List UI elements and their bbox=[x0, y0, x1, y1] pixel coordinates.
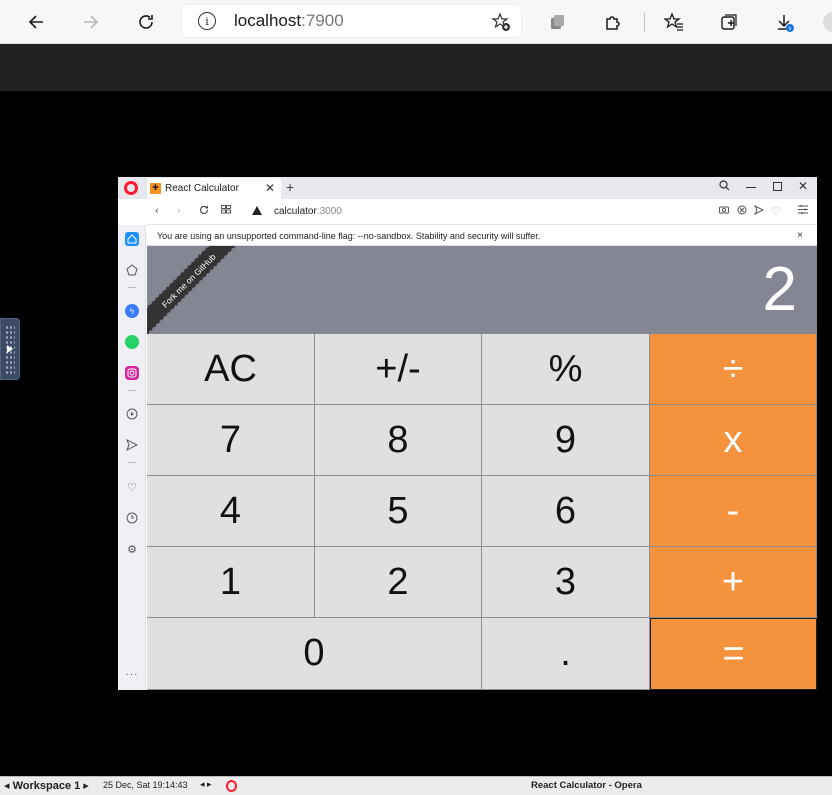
sidebar-separator bbox=[128, 287, 136, 288]
opera-address[interactable]: calculator:3000 bbox=[274, 206, 342, 217]
keypad: AC +/- % ÷ 7 8 9 x 4 5 6 - 1 2 3 + 0 . = bbox=[147, 334, 817, 690]
tab-close-icon[interactable]: ✕ bbox=[265, 181, 275, 195]
tab-actions-icon[interactable] bbox=[713, 6, 745, 38]
extensions-icon[interactable] bbox=[596, 6, 628, 38]
outer-browser-toolbar: i localhost:7900 bbox=[0, 0, 832, 44]
settings-gear-icon[interactable]: ⚙ bbox=[125, 542, 139, 556]
address-port: :7900 bbox=[301, 11, 344, 30]
address-host: localhost bbox=[234, 11, 302, 30]
key-multiply[interactable]: x bbox=[650, 405, 817, 476]
sidebar-separator bbox=[128, 390, 136, 391]
key-sign[interactable]: +/- bbox=[315, 334, 482, 405]
key-dot[interactable]: . bbox=[482, 618, 650, 690]
instagram-icon[interactable] bbox=[125, 366, 139, 380]
key-divide[interactable]: ÷ bbox=[650, 334, 817, 405]
workspace-switcher[interactable]: ◂ Workspace 1 ▸ bbox=[4, 779, 89, 792]
history-clock-icon[interactable] bbox=[125, 511, 139, 525]
opera-sidebar: ϟ ♡ ⚙ ··· bbox=[118, 225, 146, 690]
opera-back-icon[interactable]: ‹ bbox=[155, 205, 159, 217]
infobar-message: You are using an unsupported command-lin… bbox=[157, 231, 541, 241]
whatsapp-icon[interactable] bbox=[125, 335, 139, 349]
window-nav-arrows[interactable]: ◂ ▸ bbox=[200, 779, 212, 790]
home-icon[interactable] bbox=[125, 232, 139, 246]
key-percent[interactable]: % bbox=[482, 334, 650, 405]
key-5[interactable]: 5 bbox=[315, 476, 482, 547]
key-plus[interactable]: + bbox=[650, 547, 817, 618]
side-panel-handle[interactable] bbox=[0, 318, 20, 380]
easy-setup-icon[interactable] bbox=[798, 205, 808, 217]
key-7[interactable]: 7 bbox=[147, 405, 315, 476]
toolbar-divider bbox=[644, 12, 645, 32]
tab-favicon-icon: + bbox=[150, 183, 161, 194]
key-equals[interactable]: = bbox=[650, 618, 817, 690]
messenger-icon[interactable]: ϟ bbox=[125, 304, 139, 318]
url-host: calculator bbox=[274, 206, 317, 217]
opera-reload-icon[interactable] bbox=[199, 205, 209, 218]
back-arrow-icon[interactable] bbox=[20, 6, 52, 38]
maximize-icon[interactable] bbox=[773, 182, 782, 191]
block-ads-icon[interactable] bbox=[737, 205, 747, 218]
new-tab-button[interactable]: + bbox=[286, 179, 294, 195]
key-1[interactable]: 1 bbox=[147, 547, 315, 618]
key-6[interactable]: 6 bbox=[482, 476, 650, 547]
tab-title: React Calculator bbox=[165, 183, 239, 194]
key-2[interactable]: 2 bbox=[315, 547, 482, 618]
opera-navbar: ‹ › calculator:3000 ♡ bbox=[147, 199, 817, 225]
favorites-icon[interactable] bbox=[658, 6, 690, 38]
infobar-close-icon[interactable]: × bbox=[797, 230, 803, 241]
info-icon[interactable]: i bbox=[198, 12, 216, 30]
player-icon[interactable] bbox=[125, 407, 139, 421]
sidebar-separator bbox=[128, 462, 136, 463]
clock: 25 Dec, Sat 19:14:43 bbox=[103, 780, 188, 790]
display-value: 2 bbox=[762, 255, 797, 324]
address-bar[interactable]: i localhost:7900 bbox=[181, 4, 522, 38]
dark-band bbox=[0, 44, 832, 91]
warning-icon[interactable] bbox=[252, 206, 262, 215]
key-8[interactable]: 8 bbox=[315, 405, 482, 476]
key-ac[interactable]: AC bbox=[147, 334, 315, 405]
calculator-display: 2 bbox=[147, 246, 817, 334]
opera-forward-icon[interactable]: › bbox=[177, 205, 181, 217]
forward-arrow-icon[interactable] bbox=[75, 6, 107, 38]
key-4[interactable]: 4 bbox=[147, 476, 315, 547]
key-3[interactable]: 3 bbox=[482, 547, 650, 618]
calculator: 2 Fork me on GitHub AC +/- % ÷ 7 8 9 x 4… bbox=[147, 246, 817, 690]
bookmark-heart-icon[interactable]: ♡ bbox=[771, 205, 781, 218]
tab-react-calculator[interactable]: + React Calculator ✕ bbox=[147, 178, 281, 199]
bookmarks-heart-icon[interactable]: ♡ bbox=[125, 480, 139, 494]
opera-logo-icon[interactable] bbox=[124, 181, 138, 195]
add-favorite-icon[interactable] bbox=[491, 12, 511, 32]
opera-window: + React Calculator ✕ + ✕ ‹ › calculator:… bbox=[118, 177, 817, 690]
url-port: :3000 bbox=[316, 206, 342, 217]
key-9[interactable]: 9 bbox=[482, 405, 650, 476]
pinboard-icon[interactable] bbox=[125, 263, 139, 277]
downloads-icon[interactable] bbox=[768, 6, 800, 38]
more-options-icon[interactable]: ··· bbox=[125, 667, 139, 681]
search-tabs-icon[interactable] bbox=[719, 180, 730, 194]
infobar: You are using an unsupported command-lin… bbox=[147, 226, 817, 246]
speed-dial-icon[interactable] bbox=[221, 205, 231, 217]
key-minus[interactable]: - bbox=[650, 476, 817, 547]
taskbar: ◂ Workspace 1 ▸ 25 Dec, Sat 19:14:43 ◂ ▸… bbox=[0, 776, 832, 795]
key-0[interactable]: 0 bbox=[147, 618, 482, 690]
close-window-icon[interactable]: ✕ bbox=[798, 179, 808, 193]
my-flow-icon[interactable] bbox=[125, 438, 139, 452]
tab-bar: + React Calculator ✕ + ✕ bbox=[118, 177, 817, 199]
minimize-icon[interactable] bbox=[746, 187, 756, 188]
send-icon[interactable] bbox=[753, 204, 765, 218]
profile-avatar[interactable] bbox=[823, 12, 832, 32]
opera-taskbar-icon[interactable] bbox=[226, 780, 237, 792]
expand-arrow-icon bbox=[7, 345, 13, 353]
snapshot-icon[interactable] bbox=[719, 205, 729, 217]
active-window-title[interactable]: React Calculator - Opera bbox=[531, 780, 642, 791]
collections-icon[interactable] bbox=[541, 6, 573, 38]
refresh-icon[interactable] bbox=[130, 6, 162, 38]
